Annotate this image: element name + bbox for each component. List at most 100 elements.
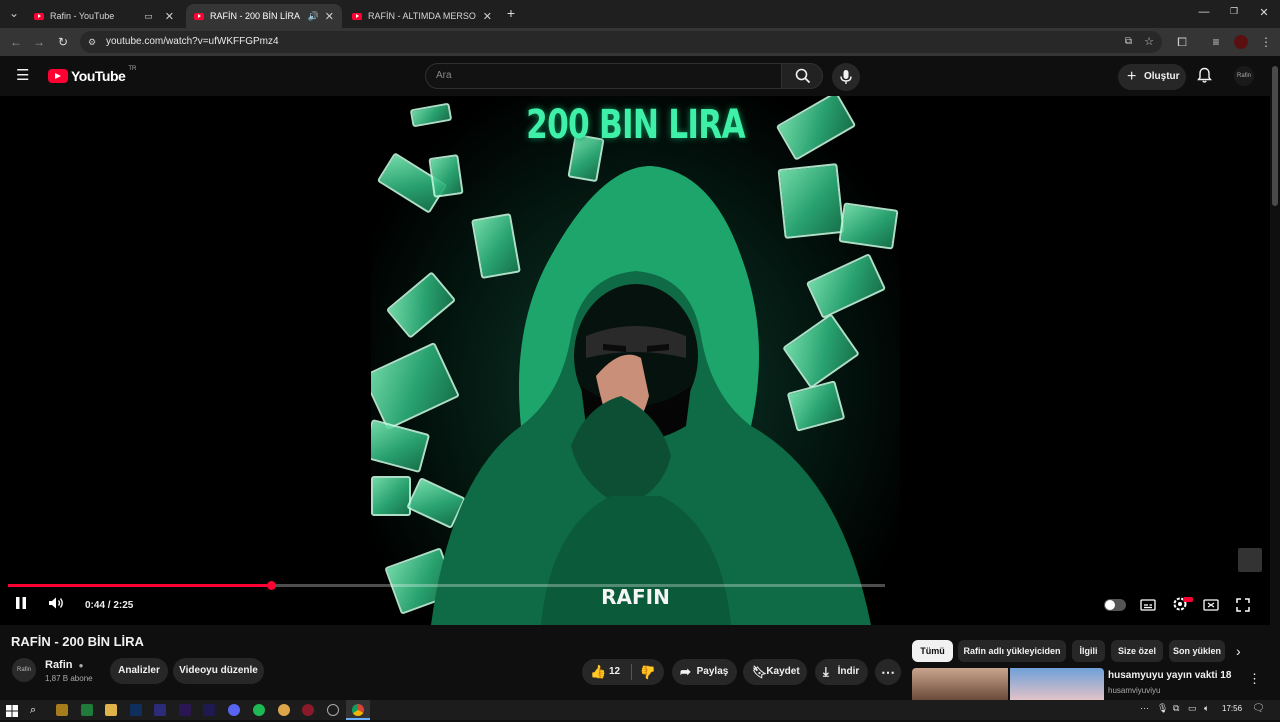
video-frame: 200 BIN LIRA RAFIN (371, 96, 900, 625)
progress-scrubber[interactable] (267, 581, 276, 590)
tab-title: RAFİN - ALTIMDA MERSO - You (368, 11, 477, 21)
volume-tray-icon[interactable]: 🔈︎ (1204, 703, 1209, 714)
recommendation-menu-icon[interactable]: ⋮ (1248, 671, 1261, 687)
recommendation-title[interactable]: husamyuyu yayın vakti 18 (1108, 670, 1231, 681)
more-actions-button[interactable]: ⋯ (875, 659, 901, 685)
download-button[interactable]: ⤓ İndir (815, 659, 868, 685)
install-app-icon[interactable]: ⧉ (1125, 31, 1132, 53)
theater-mode-button[interactable] (1203, 598, 1219, 614)
window-close-button[interactable]: ✕ (1256, 6, 1272, 19)
spotify-icon[interactable] (253, 704, 265, 716)
bookmark-icon: 🔖︎ (752, 665, 768, 679)
plus-icon: + (1127, 68, 1137, 85)
page-scrollbar[interactable] (1272, 66, 1278, 206)
microphone-tray-icon[interactable]: 🎙︎ (1157, 703, 1168, 714)
taskbar-app-icon[interactable] (56, 704, 68, 716)
create-button[interactable]: + Oluştur (1118, 64, 1186, 90)
clock[interactable]: 17:56 (1222, 704, 1242, 713)
notification-center-icon[interactable]: 🗨︎ (1252, 703, 1265, 714)
autoplay-toggle[interactable] (1104, 599, 1126, 611)
channel-watermark[interactable] (1238, 548, 1262, 572)
network-icon[interactable]: ▭ (1188, 703, 1197, 714)
chrome-icon[interactable] (278, 704, 290, 716)
fullscreen-icon (1236, 598, 1250, 612)
tab-altimda-merso[interactable]: RAFİN - ALTIMDA MERSO - You ✕ (344, 4, 500, 28)
share-button[interactable]: ➦ Paylaş (672, 659, 737, 685)
search-input[interactable]: Ara (425, 63, 782, 89)
reload-button[interactable]: ↻ (55, 34, 71, 50)
chevron-right-icon[interactable]: › (1236, 643, 1241, 659)
tab-search-icon[interactable]: ⌄ (6, 5, 22, 21)
video-title: RAFİN - 200 BİN LİRA (11, 634, 144, 649)
speaker-icon[interactable]: 🔊 (308, 11, 319, 22)
file-explorer-icon[interactable] (105, 704, 117, 716)
chip-related[interactable]: İlgili (1072, 640, 1105, 662)
new-tab-button[interactable]: + (503, 5, 519, 21)
taskbar-app-icon[interactable] (327, 704, 339, 716)
video-player[interactable]: 200 BIN LIRA RAFIN 0:44 / 2:25 (0, 96, 1270, 625)
site-info-icon[interactable]: ⚙ (88, 31, 96, 53)
restore-button[interactable]: ❐ (1226, 6, 1242, 17)
start-button[interactable] (6, 704, 18, 717)
edit-video-button[interactable]: Videoyu düzenle (173, 658, 264, 684)
chip-for-you[interactable]: Size özel (1111, 640, 1163, 662)
volume-button[interactable] (48, 596, 66, 613)
chip-from-uploader[interactable]: Rafin adlı yükleyiciden (958, 640, 1066, 662)
progress-played (8, 584, 271, 587)
media-control-icon[interactable]: ≡ (1208, 34, 1224, 50)
channel-avatar[interactable]: Rafin (12, 658, 36, 682)
tray-app-icon[interactable]: ⧉ (1173, 703, 1179, 714)
hamburger-menu-icon[interactable]: ☰ (16, 68, 29, 83)
photoshop-icon[interactable] (130, 704, 142, 716)
thumbs-down-icon: 👍 (640, 665, 657, 680)
picture-in-picture-icon: ▭ (144, 10, 153, 21)
download-label: İndir (837, 666, 860, 677)
forward-button[interactable]: → (31, 34, 47, 50)
youtube-logo[interactable]: YouTube TR (48, 66, 136, 84)
like-dislike-group: 👍 12 👍 (582, 659, 664, 685)
taskbar-search-icon[interactable]: ⌕ (30, 704, 42, 716)
premiere-icon[interactable] (179, 704, 191, 716)
recommendation-thumbnail[interactable] (912, 668, 1104, 700)
chip-all[interactable]: Tümü (912, 640, 953, 662)
more-horizontal-icon: ⋯ (881, 664, 895, 680)
browser-menu-icon[interactable]: ⋮ (1258, 34, 1274, 50)
thumbnail-title-text: 200 BIN LIRA (526, 102, 745, 148)
hooded-figure-image (431, 166, 871, 625)
like-button[interactable]: 👍 12 (582, 659, 630, 685)
recommendation-channel[interactable]: husamviyuviyu (1108, 686, 1160, 695)
search-icon (795, 68, 811, 84)
theater-mode-icon (1203, 599, 1219, 611)
fullscreen-button[interactable] (1236, 598, 1250, 615)
logo-wordmark: YouTube (71, 68, 126, 84)
close-icon[interactable]: ✕ (165, 10, 174, 23)
minimize-button[interactable]: — (1196, 6, 1212, 18)
discord-icon[interactable] (228, 704, 240, 716)
subtitles-button[interactable] (1140, 598, 1156, 614)
tab-rafin-youtube[interactable]: Rafin - YouTube ▭ ✕ (26, 4, 182, 28)
search-button[interactable] (781, 63, 823, 89)
account-avatar[interactable]: Rafin (1234, 66, 1254, 86)
after-effects-icon[interactable] (203, 704, 215, 716)
excel-icon[interactable] (81, 704, 93, 716)
analytics-button[interactable]: Analizler (110, 658, 168, 684)
media-encoder-icon[interactable] (154, 704, 166, 716)
address-bar[interactable]: ⚙ youtube.com/watch?v=ufWKFFGPmz4 ⧉ ☆ (80, 31, 1162, 53)
profile-avatar[interactable] (1234, 35, 1248, 49)
tab-200-bin-lira[interactable]: RAFİN - 200 BİN LİRA - You 🔊 ✕ (186, 4, 342, 28)
tray-overflow-icon[interactable]: ⋯ (1140, 703, 1149, 714)
dislike-button[interactable]: 👍 (634, 659, 664, 685)
close-icon[interactable]: ✕ (325, 10, 334, 23)
bookmark-star-icon[interactable]: ☆ (1144, 31, 1154, 53)
active-chrome-taskbar-item[interactable] (346, 700, 370, 720)
extensions-icon[interactable]: ⧠ (1174, 34, 1190, 50)
channel-name[interactable]: Rafin ● (45, 659, 83, 671)
save-button[interactable]: 🔖︎ Kaydet (743, 659, 807, 685)
pause-button[interactable] (14, 596, 28, 613)
notifications-bell-icon[interactable] (1197, 67, 1212, 89)
opera-icon[interactable] (302, 704, 314, 716)
close-icon[interactable]: ✕ (483, 10, 492, 23)
chip-recently-uploaded[interactable]: Son yüklen (1169, 640, 1225, 662)
back-button[interactable]: ← (8, 34, 24, 50)
voice-search-button[interactable] (832, 63, 860, 91)
